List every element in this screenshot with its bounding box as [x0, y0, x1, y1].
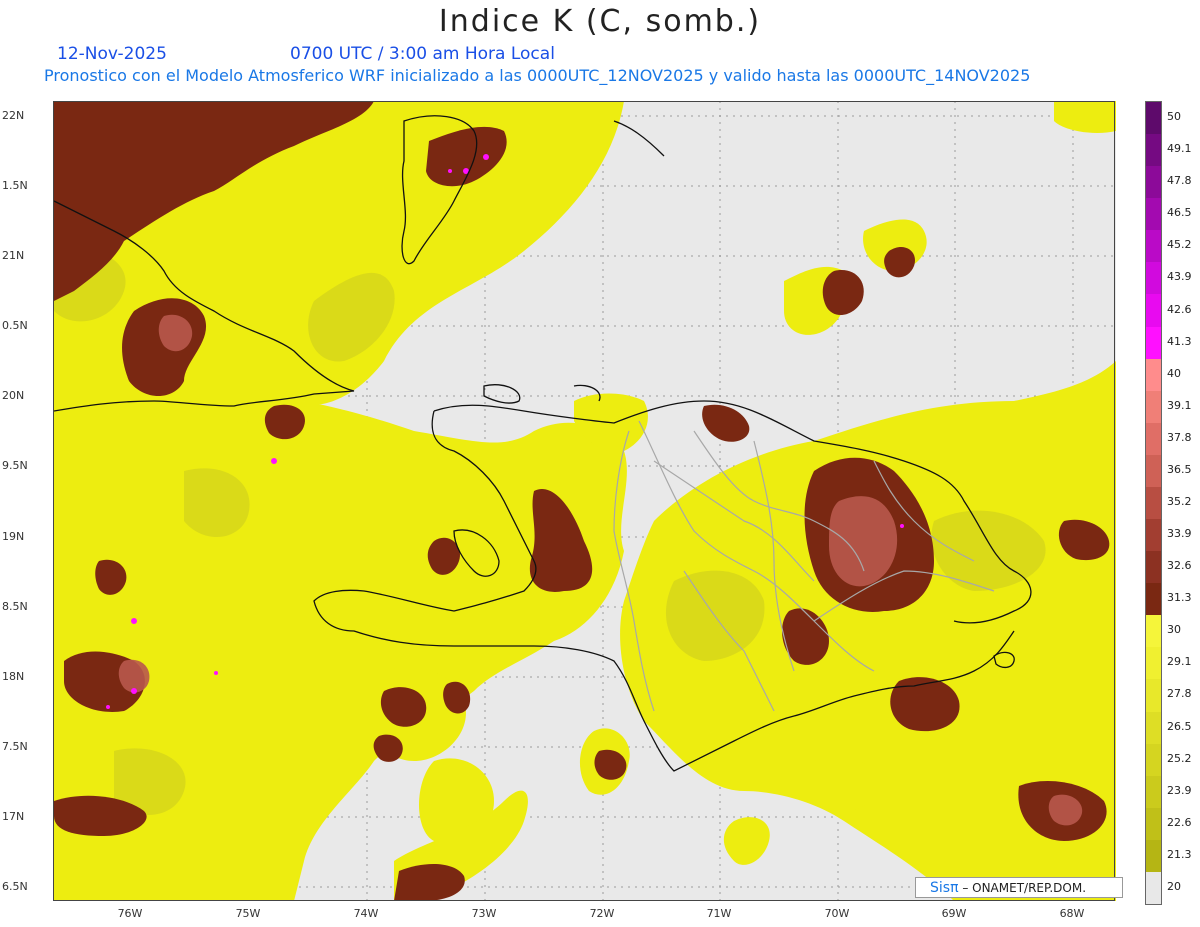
colorbar-label: 23.9: [1167, 783, 1192, 797]
colorbar-label: 21.3: [1167, 847, 1192, 861]
lat-label: 18N: [2, 670, 25, 683]
page-title: Indice K (C, somb.): [438, 4, 762, 39]
colorbar: [1145, 101, 1162, 905]
colorbar-label: 25.2: [1167, 751, 1192, 765]
colorbar-label: 27.8: [1167, 687, 1192, 701]
colorbar-segment: [1146, 230, 1161, 263]
colorbar-label: 35.2: [1167, 495, 1192, 508]
lon-label: 70W: [824, 907, 850, 920]
colorbar-segment: [1146, 486, 1161, 520]
colorbar-label: 47.8: [1167, 174, 1192, 188]
colorbar-segment: [1146, 390, 1161, 424]
colorbar-segment: [1146, 679, 1161, 713]
colorbar-segment: [1146, 198, 1161, 231]
colorbar-segment: [1146, 102, 1161, 135]
colorbar-segment: [1146, 711, 1161, 745]
lon-label: 76W: [117, 907, 143, 920]
colorbar-label: 43.9: [1167, 270, 1192, 284]
lat-label: 9.5N: [2, 459, 28, 472]
lon-label: 71W: [706, 907, 732, 920]
lat-label: 8.5N: [2, 600, 28, 613]
colorbar-label: 32.6: [1167, 559, 1192, 573]
colorbar-segment: [1146, 422, 1161, 456]
colorbar-segment: [1146, 871, 1161, 905]
lon-label: 73W: [471, 907, 497, 920]
lat-label: 22N: [2, 109, 25, 122]
colorbar-segment: [1146, 454, 1161, 488]
date-label: 12-Nov-2025: [57, 44, 167, 64]
colorbar-segment: [1146, 262, 1161, 295]
colorbar-label: 42.6: [1167, 302, 1192, 316]
colorbar-label: 41.3: [1167, 334, 1192, 348]
colorbar-segment: [1146, 839, 1161, 873]
credit-text: – ONAMET/REP.DOM.: [958, 881, 1087, 895]
colorbar-label: 39.1: [1167, 398, 1192, 412]
colorbar-segment: [1146, 807, 1161, 841]
colorbar-label: 36.5: [1167, 462, 1192, 476]
colorbar-segment: [1146, 647, 1161, 680]
colorbar-label: 33.9: [1167, 527, 1192, 541]
lat-label: 6.5N: [2, 880, 28, 893]
colorbar-segment: [1146, 743, 1161, 777]
time-label: 0700 UTC / 3:00 am Hora Local: [290, 44, 555, 64]
colorbar-segment: [1146, 134, 1161, 167]
lon-label: 72W: [589, 907, 615, 920]
colorbar-label: 29.1: [1167, 655, 1192, 669]
lon-label: 69W: [941, 907, 967, 920]
colorbar-segment: [1146, 775, 1161, 809]
colorbar-label: 20: [1167, 879, 1181, 893]
lon-label: 68W: [1059, 907, 1085, 920]
credit-brand: Sisπ: [930, 880, 959, 896]
lat-label: 17N: [2, 810, 25, 823]
lat-label: 1.5N: [2, 179, 28, 192]
colorbar-label: 40: [1167, 366, 1181, 380]
lat-label: 7.5N: [2, 740, 28, 753]
colorbar-label: 22.6: [1167, 815, 1192, 829]
colorbar-segment: [1146, 519, 1161, 552]
colorbar-label: 30: [1167, 623, 1181, 637]
colorbar-label: 45.2: [1167, 238, 1192, 252]
colorbar-segment: [1146, 326, 1161, 360]
colorbar-segment: [1146, 583, 1161, 616]
lon-label: 74W: [353, 907, 379, 920]
colorbar-label: 31.3: [1167, 591, 1192, 605]
colorbar-label: 49.1: [1167, 142, 1192, 156]
lat-label: 20N: [2, 389, 25, 402]
map-field-svg: [54, 101, 1116, 901]
colorbar-segment: [1146, 615, 1161, 648]
lat-label: 19N: [2, 530, 25, 543]
lat-label: 21N: [2, 249, 25, 262]
lon-label: 75W: [235, 907, 261, 920]
lat-label: 0.5N: [2, 319, 28, 332]
forecast-description: Pronostico con el Modelo Atmosferico WRF…: [44, 66, 1031, 85]
colorbar-segment: [1146, 551, 1161, 584]
credit-box: Sisπ – ONAMET/REP.DOM.: [915, 877, 1123, 898]
colorbar-label: 46.5: [1167, 206, 1192, 220]
colorbar-label: 37.8: [1167, 430, 1192, 444]
k-index-map: [53, 101, 1116, 901]
colorbar-label: 50: [1167, 110, 1181, 124]
colorbar-segment: [1146, 166, 1161, 199]
colorbar-segment: [1146, 358, 1161, 392]
colorbar-label: 26.5: [1167, 719, 1192, 733]
colorbar-segment: [1146, 294, 1161, 328]
